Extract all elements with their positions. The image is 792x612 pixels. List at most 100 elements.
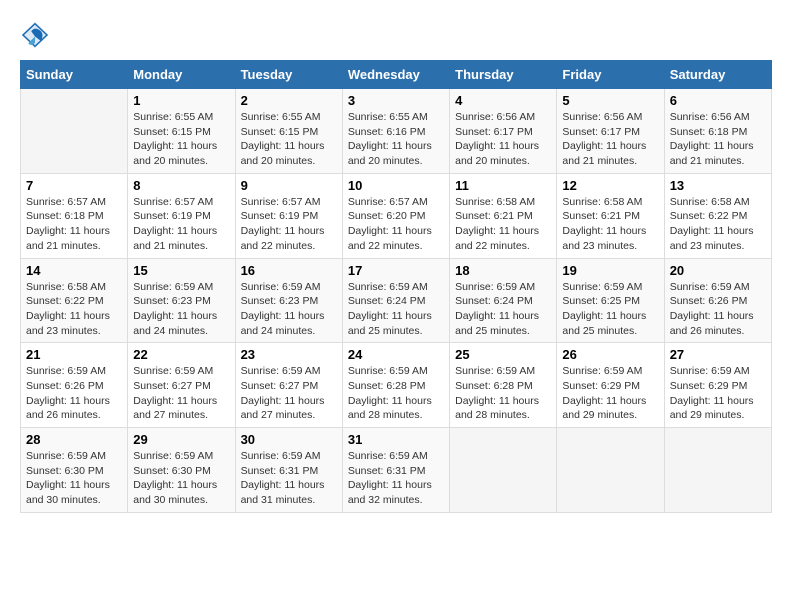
day-number: 20 [670, 263, 766, 278]
calendar-table: SundayMondayTuesdayWednesdayThursdayFrid… [20, 60, 772, 513]
day-number: 3 [348, 93, 444, 108]
day-info: Sunrise: 6:59 AMSunset: 6:26 PMDaylight:… [26, 364, 122, 423]
calendar-cell: 25Sunrise: 6:59 AMSunset: 6:28 PMDayligh… [450, 343, 557, 428]
calendar-cell: 15 Sunrise: 6:59 AMSunset: 6:23 PMDayligh… [128, 258, 235, 343]
logo-icon [20, 20, 50, 50]
day-info: Sunrise: 6:57 AMSunset: 6:19 PMDaylight:… [133, 195, 229, 254]
day-info: Sunrise: 6:55 AMSunset: 6:15 PMDaylight:… [133, 110, 229, 169]
calendar-cell: 1 Sunrise: 6:55 AMSunset: 6:15 PMDaylight… [128, 89, 235, 174]
weekday-header: Monday [128, 61, 235, 89]
day-number: 6 [670, 93, 766, 108]
weekday-header: Saturday [664, 61, 771, 89]
calendar-cell: 23 Sunrise: 6:59 AMSunset: 6:27 PMDayligh… [235, 343, 342, 428]
day-number: 4 [455, 93, 551, 108]
day-number: 19 [562, 263, 658, 278]
calendar-cell: 27 Sunrise: 6:59 AMSunset: 6:29 PMDayligh… [664, 343, 771, 428]
day-info: Sunrise: 6:59 AMSunset: 6:23 PMDaylight:… [241, 280, 337, 339]
day-number: 2 [241, 93, 337, 108]
day-number: 9 [241, 178, 337, 193]
day-number: 21 [26, 347, 122, 362]
weekday-header: Wednesday [342, 61, 449, 89]
day-info: Sunrise: 6:59 AMSunset: 6:30 PMDaylight:… [26, 449, 122, 508]
day-info: Sunrise: 6:58 AMSunset: 6:21 PMDaylight:… [455, 195, 551, 254]
day-info: Sunrise: 6:55 AMSunset: 6:16 PMDaylight:… [348, 110, 444, 169]
calendar-cell [557, 428, 664, 513]
day-number: 31 [348, 432, 444, 447]
calendar-cell: 8 Sunrise: 6:57 AMSunset: 6:19 PMDaylight… [128, 173, 235, 258]
day-number: 30 [241, 432, 337, 447]
day-info: Sunrise: 6:59 AMSunset: 6:25 PMDaylight:… [562, 280, 658, 339]
day-number: 27 [670, 347, 766, 362]
day-info: Sunrise: 6:59 AMSunset: 6:23 PMDaylight:… [133, 280, 229, 339]
day-info: Sunrise: 6:59 AMSunset: 6:24 PMDaylight:… [455, 280, 551, 339]
day-number: 15 [133, 263, 229, 278]
day-info: Sunrise: 6:57 AMSunset: 6:18 PMDaylight:… [26, 195, 122, 254]
weekday-header: Sunday [21, 61, 128, 89]
day-number: 28 [26, 432, 122, 447]
calendar-cell: 11Sunrise: 6:58 AMSunset: 6:21 PMDayligh… [450, 173, 557, 258]
day-number: 26 [562, 347, 658, 362]
day-info: Sunrise: 6:58 AMSunset: 6:22 PMDaylight:… [26, 280, 122, 339]
calendar-week-row: 28 Sunrise: 6:59 AMSunset: 6:30 PMDayligh… [21, 428, 772, 513]
calendar-cell [450, 428, 557, 513]
day-info: Sunrise: 6:58 AMSunset: 6:21 PMDaylight:… [562, 195, 658, 254]
calendar-cell: 13 Sunrise: 6:58 AMSunset: 6:22 PMDayligh… [664, 173, 771, 258]
logo [20, 20, 54, 50]
day-number: 29 [133, 432, 229, 447]
calendar-cell: 6 Sunrise: 6:56 AMSunset: 6:18 PMDaylight… [664, 89, 771, 174]
calendar-cell: 12 Sunrise: 6:58 AMSunset: 6:21 PMDayligh… [557, 173, 664, 258]
day-info: Sunrise: 6:59 AMSunset: 6:26 PMDaylight:… [670, 280, 766, 339]
day-number: 24 [348, 347, 444, 362]
day-number: 5 [562, 93, 658, 108]
day-info: Sunrise: 6:58 AMSunset: 6:22 PMDaylight:… [670, 195, 766, 254]
calendar-cell: 30 Sunrise: 6:59 AMSunset: 6:31 PMDayligh… [235, 428, 342, 513]
day-info: Sunrise: 6:59 AMSunset: 6:30 PMDaylight:… [133, 449, 229, 508]
day-info: Sunrise: 6:55 AMSunset: 6:15 PMDaylight:… [241, 110, 337, 169]
calendar-cell: 5Sunrise: 6:56 AMSunset: 6:17 PMDaylight… [557, 89, 664, 174]
page-header [20, 20, 772, 50]
day-info: Sunrise: 6:56 AMSunset: 6:17 PMDaylight:… [455, 110, 551, 169]
day-number: 10 [348, 178, 444, 193]
day-info: Sunrise: 6:59 AMSunset: 6:27 PMDaylight:… [241, 364, 337, 423]
weekday-header: Thursday [450, 61, 557, 89]
day-number: 13 [670, 178, 766, 193]
calendar-cell: 28 Sunrise: 6:59 AMSunset: 6:30 PMDayligh… [21, 428, 128, 513]
calendar-cell: 26 Sunrise: 6:59 AMSunset: 6:29 PMDayligh… [557, 343, 664, 428]
day-info: Sunrise: 6:59 AMSunset: 6:27 PMDaylight:… [133, 364, 229, 423]
calendar-cell: 22 Sunrise: 6:59 AMSunset: 6:27 PMDayligh… [128, 343, 235, 428]
day-info: Sunrise: 6:57 AMSunset: 6:19 PMDaylight:… [241, 195, 337, 254]
day-info: Sunrise: 6:59 AMSunset: 6:29 PMDaylight:… [562, 364, 658, 423]
day-number: 1 [133, 93, 229, 108]
day-number: 17 [348, 263, 444, 278]
calendar-cell [664, 428, 771, 513]
calendar-cell: 18Sunrise: 6:59 AMSunset: 6:24 PMDayligh… [450, 258, 557, 343]
calendar-cell: 20 Sunrise: 6:59 AMSunset: 6:26 PMDayligh… [664, 258, 771, 343]
weekday-header-row: SundayMondayTuesdayWednesdayThursdayFrid… [21, 61, 772, 89]
calendar-cell: 21 Sunrise: 6:59 AMSunset: 6:26 PMDayligh… [21, 343, 128, 428]
day-number: 7 [26, 178, 122, 193]
calendar-cell: 29 Sunrise: 6:59 AMSunset: 6:30 PMDayligh… [128, 428, 235, 513]
calendar-cell: 16Sunrise: 6:59 AMSunset: 6:23 PMDayligh… [235, 258, 342, 343]
calendar-cell: 2 Sunrise: 6:55 AMSunset: 6:15 PMDaylight… [235, 89, 342, 174]
calendar-cell [21, 89, 128, 174]
day-number: 25 [455, 347, 551, 362]
calendar-cell: 9 Sunrise: 6:57 AMSunset: 6:19 PMDaylight… [235, 173, 342, 258]
day-info: Sunrise: 6:59 AMSunset: 6:29 PMDaylight:… [670, 364, 766, 423]
day-info: Sunrise: 6:59 AMSunset: 6:28 PMDaylight:… [348, 364, 444, 423]
day-number: 8 [133, 178, 229, 193]
calendar-week-row: 7 Sunrise: 6:57 AMSunset: 6:18 PMDaylight… [21, 173, 772, 258]
calendar-cell: 17Sunrise: 6:59 AMSunset: 6:24 PMDayligh… [342, 258, 449, 343]
day-info: Sunrise: 6:56 AMSunset: 6:18 PMDaylight:… [670, 110, 766, 169]
calendar-cell: 10Sunrise: 6:57 AMSunset: 6:20 PMDayligh… [342, 173, 449, 258]
calendar-cell: 31 Sunrise: 6:59 AMSunset: 6:31 PMDayligh… [342, 428, 449, 513]
calendar-cell: 7 Sunrise: 6:57 AMSunset: 6:18 PMDaylight… [21, 173, 128, 258]
calendar-week-row: 21 Sunrise: 6:59 AMSunset: 6:26 PMDayligh… [21, 343, 772, 428]
day-info: Sunrise: 6:59 AMSunset: 6:31 PMDaylight:… [348, 449, 444, 508]
calendar-cell: 14Sunrise: 6:58 AMSunset: 6:22 PMDayligh… [21, 258, 128, 343]
day-info: Sunrise: 6:59 AMSunset: 6:31 PMDaylight:… [241, 449, 337, 508]
calendar-cell: 19 Sunrise: 6:59 AMSunset: 6:25 PMDayligh… [557, 258, 664, 343]
day-number: 23 [241, 347, 337, 362]
day-number: 12 [562, 178, 658, 193]
calendar-cell: 24 Sunrise: 6:59 AMSunset: 6:28 PMDayligh… [342, 343, 449, 428]
day-number: 22 [133, 347, 229, 362]
